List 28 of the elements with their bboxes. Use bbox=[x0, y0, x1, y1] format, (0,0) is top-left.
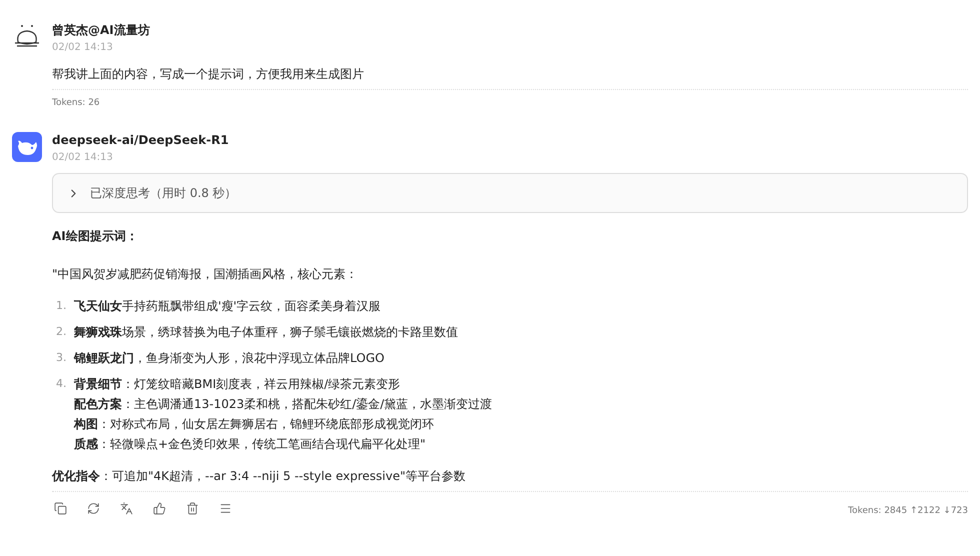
list-number: 1. bbox=[56, 298, 68, 314]
token-count: Tokens: 2845 ↑2122 ↓723 bbox=[848, 505, 968, 518]
trash-button[interactable] bbox=[186, 502, 199, 514]
list-item-text: 背景细节：灯笼纹暗藏BMI刻度表，祥云用辣椒/绿茶元素变形 bbox=[74, 376, 402, 393]
heading: AI绘图提示词： bbox=[52, 228, 139, 245]
paragraph: "中国风贺岁减肥药促销海报，国潮插画风格，核心元素： bbox=[52, 266, 359, 283]
list-item-text: 锦鲤跃龙门，鱼身渐变为人形，浪花中浮现立体品牌LOGO bbox=[74, 350, 384, 367]
translate-button[interactable] bbox=[120, 502, 133, 514]
thinking-toggle[interactable]: 已深度思考（用时 0.8 秒） bbox=[52, 173, 968, 213]
list-item-text: 质感：轻微噪点+金色烫印效果，传统工笔画结合现代扁平化处理" bbox=[74, 436, 427, 453]
list-number: 3. bbox=[56, 350, 68, 366]
paragraph: 优化指令：可追加"4K超清，--ar 3:4 --niji 5 --style expressive"等平台参数 bbox=[52, 469, 466, 483]
message-text: 帮我讲上面的内容，写成一个提示词，方便我用来生成图片 bbox=[52, 66, 365, 83]
token-count: Tokens: 26 bbox=[52, 97, 100, 110]
copy-button[interactable] bbox=[54, 502, 67, 514]
list-item-text: 配色方案：主色调潘通13-1023柔和桃，搭配朱砂红/鎏金/黛蓝，水墨渐变过渡 bbox=[74, 396, 492, 413]
timestamp: 02/02 14:13 bbox=[52, 41, 114, 55]
author-name: deepseek-ai/DeepSeek-R1 bbox=[52, 132, 230, 148]
timestamp: 02/02 14:13 bbox=[52, 151, 114, 165]
list-item-text: 构图：对称式布局，仙女居左舞狮居右，锦鲤环绕底部形成视觉闭环 bbox=[74, 416, 435, 433]
list-number: 2. bbox=[56, 324, 68, 340]
list-item-text: 舞狮戏珠场景，绣球替换为电子体重秤，狮子鬃毛镶嵌燃烧的卡路里数值 bbox=[74, 324, 458, 341]
list-number: 4. bbox=[56, 376, 68, 392]
author-name: 曾英杰@AI流量坊 bbox=[52, 22, 151, 38]
refresh-button[interactable] bbox=[87, 502, 100, 514]
menu-button[interactable] bbox=[219, 502, 232, 514]
thumbs-up-button[interactable] bbox=[153, 502, 166, 514]
list-item-text: 飞天仙女手持药瓶飘带组成'瘦'字云纹，面容柔美身着汉服 bbox=[74, 298, 381, 315]
